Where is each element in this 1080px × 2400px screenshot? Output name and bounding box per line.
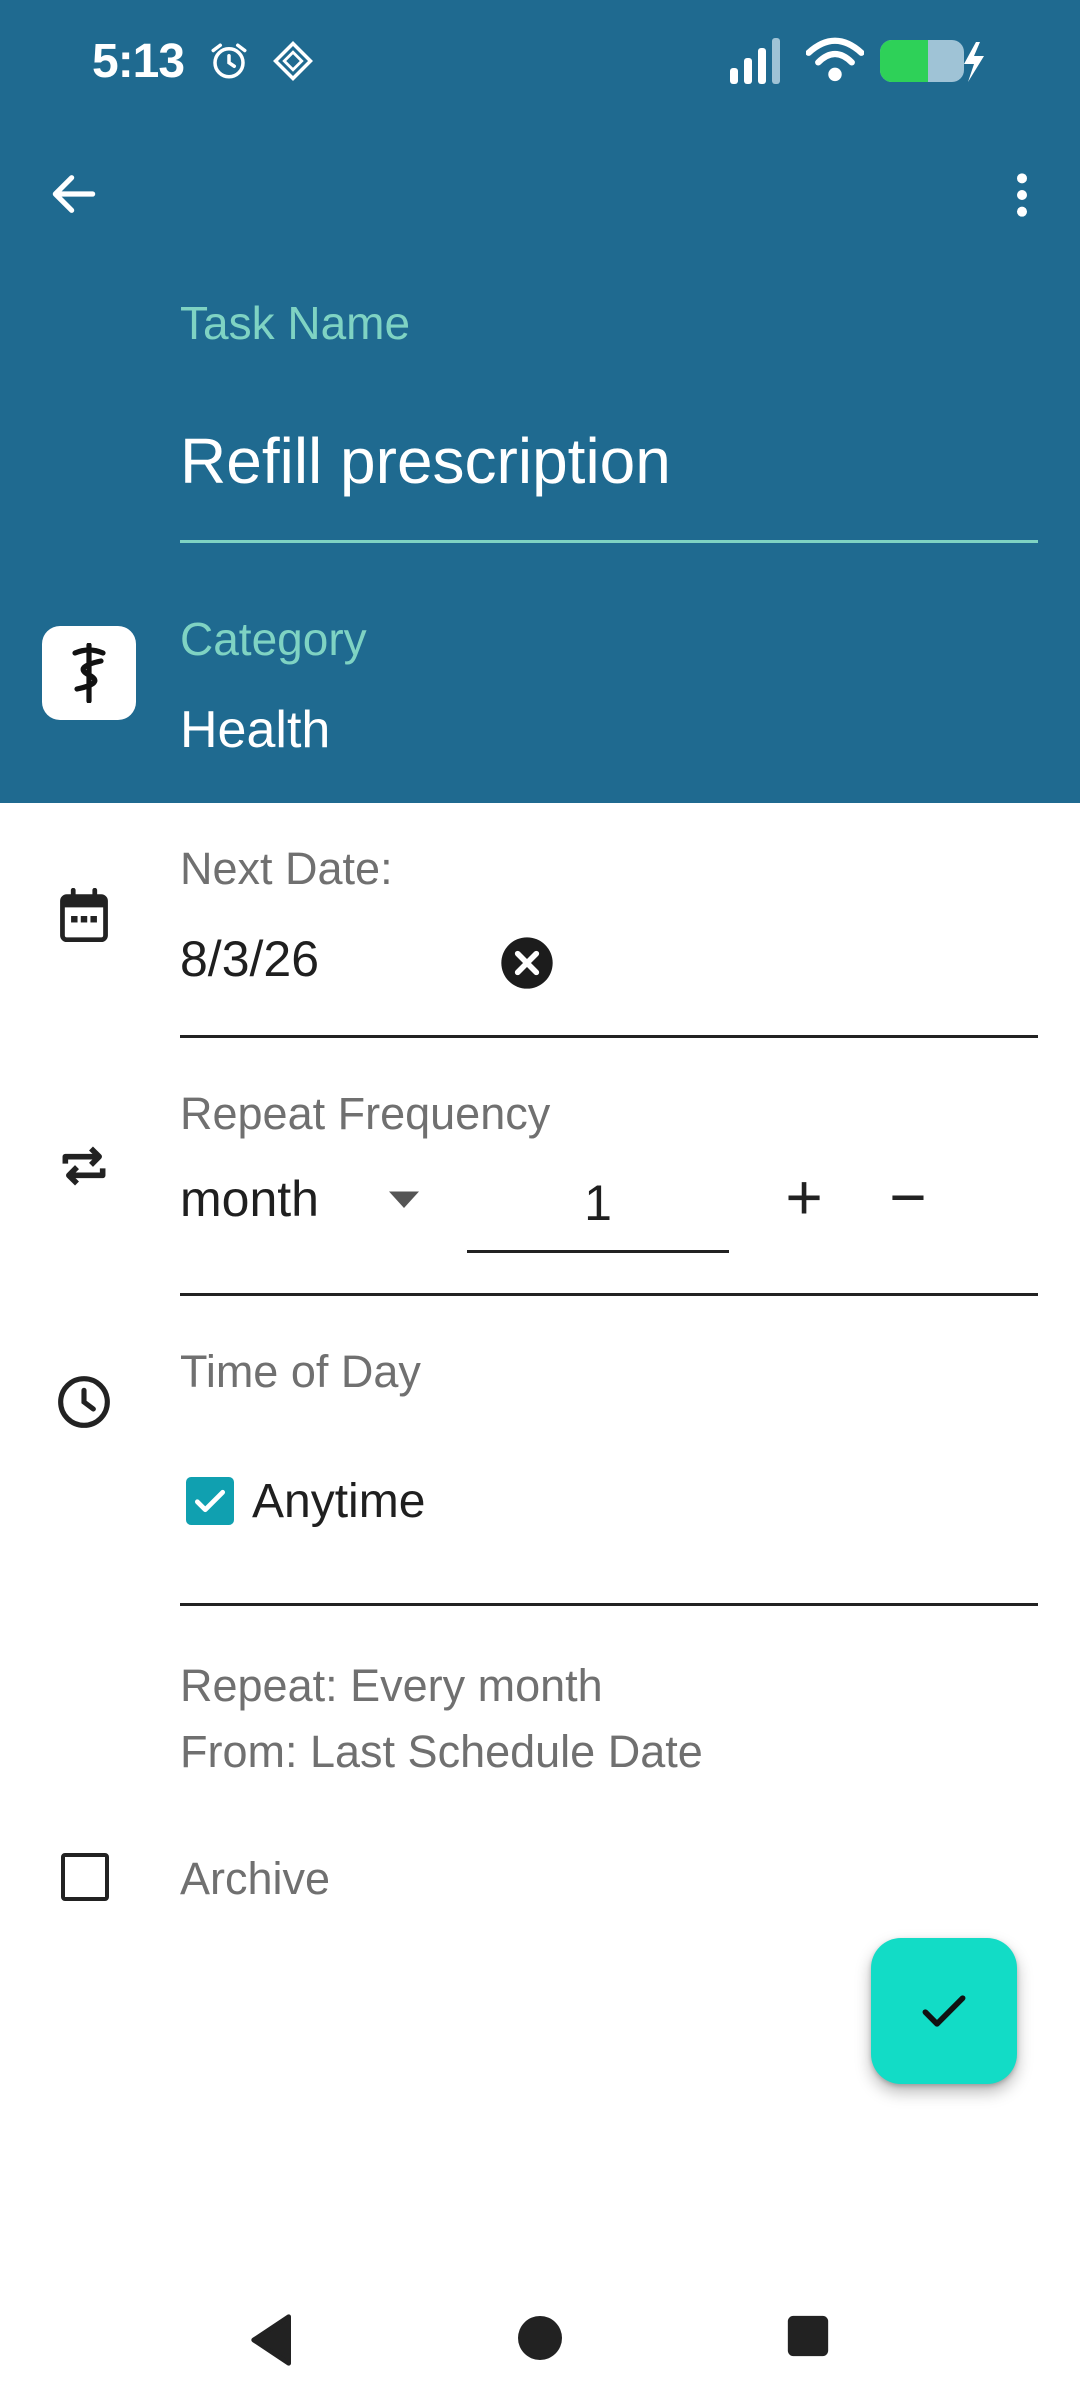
task-name-input[interactable]: Refill prescription [180, 424, 671, 498]
archive-checkbox[interactable] [61, 1853, 109, 1901]
from-summary: From: Last Schedule Date [180, 1726, 703, 1777]
category-value[interactable]: Health [180, 700, 330, 760]
time-of-day-label: Time of Day [180, 1346, 421, 1397]
clear-circle-icon[interactable] [499, 935, 555, 991]
nav-back-icon[interactable] [246, 2312, 294, 2368]
anytime-checkbox[interactable] [186, 1477, 234, 1525]
save-fab-button[interactable] [871, 1938, 1017, 2084]
repeat-frequency-label: Repeat Frequency [180, 1088, 551, 1139]
app-header: 5:13 Task Name Refill prescription Categ… [0, 0, 1080, 803]
status-bar: 5:13 [0, 30, 1080, 94]
task-name-underline [180, 540, 1038, 543]
more-vertical-icon[interactable] [1002, 170, 1042, 220]
repeat-icon [62, 1146, 106, 1186]
category-icon-button[interactable] [42, 626, 136, 720]
next-date-underline [180, 1035, 1038, 1038]
check-icon [194, 1489, 226, 1513]
next-date-label: Next Date: [180, 843, 393, 894]
wifi-icon [806, 37, 864, 82]
task-name-label: Task Name [180, 297, 411, 349]
back-arrow-icon[interactable] [46, 166, 102, 222]
caduceus-icon [72, 643, 106, 703]
increment-button[interactable]: + [776, 1160, 832, 1234]
decrement-button[interactable]: − [880, 1160, 936, 1234]
repeat-underline [180, 1293, 1038, 1296]
nav-recents-icon[interactable] [786, 2314, 830, 2358]
clock-icon [58, 1376, 110, 1428]
alarm-icon [211, 43, 247, 79]
time-of-day-underline [180, 1603, 1038, 1606]
chevron-down-icon[interactable] [386, 1186, 422, 1212]
check-icon [922, 1995, 966, 2027]
archive-label[interactable]: Archive [180, 1853, 330, 1905]
repeat-summary: Repeat: Every month [180, 1660, 603, 1711]
anytime-label[interactable]: Anytime [252, 1474, 425, 1529]
repeat-count-input[interactable]: 1 [467, 1172, 729, 1253]
battery-charging-icon [880, 40, 984, 82]
category-label: Category [180, 613, 367, 665]
status-time: 5:13 [92, 35, 185, 88]
app-notification-icon [273, 41, 313, 81]
next-date-value[interactable]: 8/3/26 [180, 930, 319, 988]
nav-home-icon[interactable] [516, 2314, 564, 2362]
repeat-unit-select[interactable]: month [180, 1170, 319, 1228]
signal-icon [730, 38, 780, 84]
calendar-icon [60, 888, 108, 943]
